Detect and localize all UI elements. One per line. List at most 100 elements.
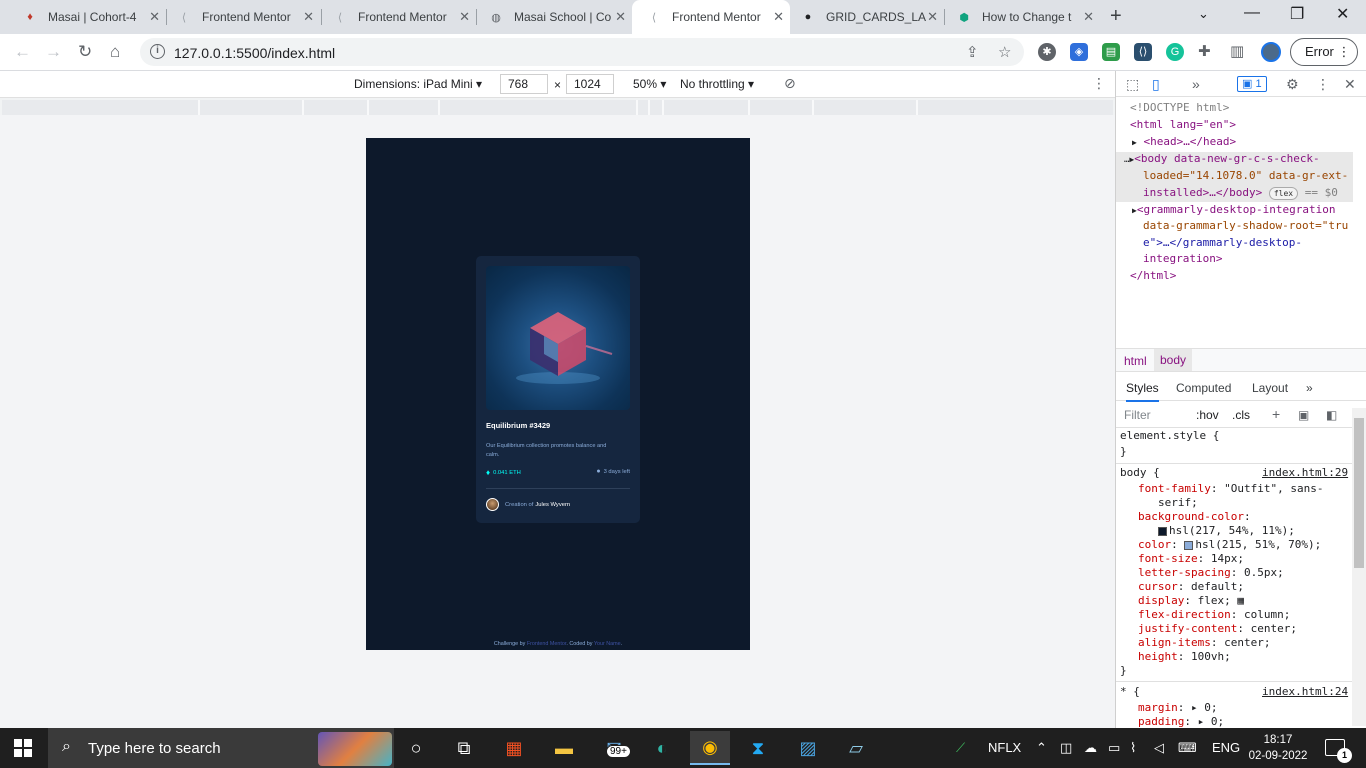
frontend-mentor-link[interactable]: Frontend Mentor: [527, 641, 567, 647]
task-view-icon[interactable]: ⧉: [450, 734, 478, 762]
edge-browser-icon[interactable]: ◐: [648, 734, 676, 762]
style-decl[interactable]: flex-direction: column;: [1138, 608, 1290, 622]
side-panel-icon[interactable]: ▥: [1230, 42, 1244, 60]
file-explorer-icon[interactable]: ▬: [550, 734, 578, 762]
tab-masai-cohort[interactable]: ♦ Masai | Cohort-4 ✕: [8, 0, 166, 34]
windows-start-icon[interactable]: [14, 739, 32, 757]
throttling-dropdown[interactable]: No throttling ▾: [680, 77, 754, 91]
reload-icon[interactable]: ↻: [78, 42, 92, 62]
grammarly-node[interactable]: ▶<grammarly-desktop-integration: [1132, 202, 1336, 220]
width-input[interactable]: 768: [500, 74, 548, 94]
extension-code-icon[interactable]: ⟨⟩: [1134, 43, 1152, 61]
hov-toggle[interactable]: :hov: [1196, 408, 1219, 422]
battery-icon[interactable]: ▭: [1108, 740, 1120, 756]
style-decl[interactable]: background-color:: [1138, 510, 1251, 524]
nft-image[interactable]: [486, 266, 630, 410]
tab-how-to-change[interactable]: ⬢ How to Change t ✕: [942, 0, 1100, 34]
zoom-dropdown[interactable]: 50% ▾: [633, 77, 666, 91]
minimize-icon[interactable]: —: [1244, 4, 1260, 22]
author-link[interactable]: Your Name: [594, 641, 621, 647]
style-decl[interactable]: padding: ▸ 0;: [1138, 715, 1224, 729]
tray-chevron-icon[interactable]: ⌃: [1036, 740, 1047, 756]
issues-badge[interactable]: ▣ 1: [1237, 76, 1267, 92]
tab-frontend-mentor-1[interactable]: ⟨ Frontend Mentor ✕: [162, 0, 320, 34]
flexbox-editor-icon[interactable]: ▦: [1237, 594, 1244, 607]
close-devtools-icon[interactable]: ✕: [1344, 76, 1356, 93]
close-tab-icon[interactable]: ✕: [303, 9, 314, 25]
new-tab-plus-icon[interactable]: +: [1110, 5, 1122, 28]
taskbar-search[interactable]: ⌕ Type here to search: [48, 728, 394, 768]
style-decl[interactable]: display: flex; ▦: [1138, 594, 1244, 608]
cloud-icon[interactable]: ☁: [1084, 740, 1097, 756]
color-swatch[interactable]: [1158, 526, 1167, 536]
stock-ticker[interactable]: NFLX: [988, 740, 1021, 755]
styles-filter-input[interactable]: Filter: [1124, 408, 1151, 422]
microsoft-store-icon[interactable]: ▦: [500, 734, 528, 762]
back-arrow-icon[interactable]: ←: [14, 42, 31, 62]
scrollbar-thumb[interactable]: [1354, 418, 1364, 568]
share-icon[interactable]: ⇪: [966, 43, 979, 61]
photos-icon[interactable]: ▨: [794, 734, 822, 762]
close-tab-icon[interactable]: ✕: [773, 9, 784, 25]
url-text[interactable]: 127.0.0.1:5500/index.html: [174, 45, 335, 61]
body-source-link[interactable]: index.html:29: [1262, 466, 1348, 480]
extension-green-icon[interactable]: ▤: [1102, 43, 1120, 61]
webcam-icon[interactable]: ◫: [1060, 740, 1072, 756]
paint-icon[interactable]: ▣: [1298, 408, 1309, 422]
cls-toggle[interactable]: .cls: [1232, 408, 1250, 422]
notes-app-icon[interactable]: ▱: [842, 734, 870, 762]
tab-frontend-mentor-2[interactable]: ⟨ Frontend Mentor ✕: [318, 0, 476, 34]
tab-styles[interactable]: Styles: [1126, 381, 1159, 402]
body-selector[interactable]: body {: [1120, 466, 1160, 480]
styles-scrollbar[interactable]: [1352, 408, 1366, 726]
more-tabs-icon[interactable]: »: [1192, 76, 1200, 92]
head-node[interactable]: ▶ <head>…</head>: [1132, 134, 1236, 152]
breadcrumb-body[interactable]: body: [1154, 349, 1193, 371]
home-icon[interactable]: ⌂: [110, 42, 120, 62]
site-info-icon[interactable]: i: [150, 44, 165, 59]
tab-github[interactable]: ● GRID_CARDS_LA ✕: [786, 0, 944, 34]
devtools-menu-icon[interactable]: ⋮: [1316, 76, 1330, 93]
cortana-circle-icon[interactable]: ○: [402, 734, 430, 762]
keyboard-icon[interactable]: ⌨: [1178, 740, 1197, 756]
style-decl[interactable]: font-size: 14px;: [1138, 552, 1244, 566]
style-decl[interactable]: color: hsl(215, 51%, 70%);: [1138, 538, 1321, 552]
style-decl[interactable]: justify-content: center;: [1138, 622, 1297, 636]
close-tab-icon[interactable]: ✕: [149, 9, 160, 25]
doctype-node[interactable]: <!DOCTYPE html>: [1130, 100, 1229, 117]
color-swatch[interactable]: [1184, 540, 1194, 550]
extension-blue-icon[interactable]: ◈: [1070, 43, 1088, 61]
star-selector[interactable]: * {: [1120, 685, 1140, 699]
inspect-element-icon[interactable]: ⬚: [1126, 76, 1139, 93]
close-window-icon[interactable]: ✕: [1336, 4, 1349, 24]
volume-icon[interactable]: ◁: [1154, 740, 1164, 756]
close-tab-icon[interactable]: ✕: [615, 9, 626, 25]
style-decl[interactable]: margin: ▸ 0;: [1138, 701, 1218, 715]
grammarly-icon[interactable]: G: [1166, 43, 1184, 61]
tab-layout[interactable]: Layout: [1252, 381, 1288, 395]
maximize-icon[interactable]: ❐: [1290, 4, 1304, 24]
language-indicator[interactable]: ENG: [1212, 740, 1240, 755]
close-tab-icon[interactable]: ✕: [927, 9, 938, 25]
network-icon[interactable]: ⌇: [1130, 740, 1136, 756]
bookmark-star-icon[interactable]: ☆: [998, 43, 1011, 61]
close-tab-icon[interactable]: ✕: [459, 9, 470, 25]
forward-arrow-icon[interactable]: →: [45, 42, 62, 62]
device-toggle-icon[interactable]: ▯: [1152, 76, 1160, 93]
media-query-ruler[interactable]: [2, 100, 1113, 115]
breadcrumb-html[interactable]: html: [1124, 354, 1147, 368]
address-bar[interactable]: i 127.0.0.1:5500/index.html ⇪ ☆: [140, 38, 1024, 66]
close-tab-icon[interactable]: ✕: [1083, 9, 1094, 25]
creator-name[interactable]: Jules Wyvern: [535, 502, 570, 508]
more-options-icon[interactable]: ⋮: [1092, 75, 1106, 92]
vscode-icon[interactable]: ⧗: [744, 734, 772, 762]
rotate-icon[interactable]: ⊘: [784, 75, 796, 92]
style-decl[interactable]: letter-spacing: 0.5px;: [1138, 566, 1284, 580]
style-decl[interactable]: cursor: default;: [1138, 580, 1244, 594]
expand-triangle-icon[interactable]: ▶: [1132, 138, 1137, 147]
card-title[interactable]: Equilibrium #3429: [486, 421, 550, 430]
tab-frontend-mentor-active[interactable]: ⟨ Frontend Mentor ✕: [632, 0, 790, 34]
device-dimensions-dropdown[interactable]: Dimensions: iPad Mini ▾: [354, 77, 482, 91]
style-decl[interactable]: height: 100vh;: [1138, 650, 1231, 664]
star-source-link[interactable]: index.html:24: [1262, 685, 1348, 699]
